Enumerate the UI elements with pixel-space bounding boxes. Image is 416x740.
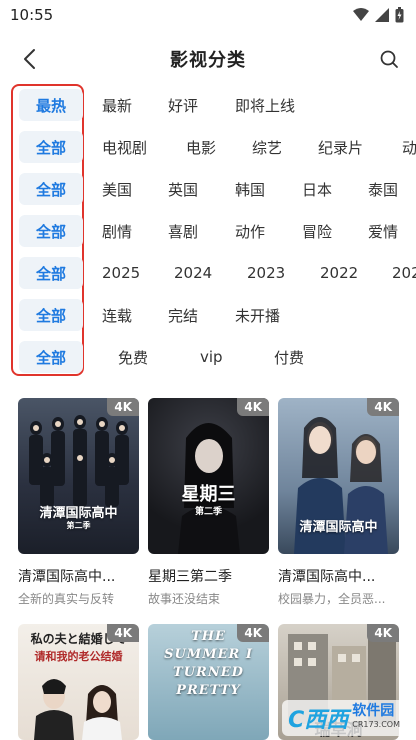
- chip-selected-status[interactable]: 全部: [19, 299, 83, 331]
- filter-row-type: 全部 电视剧 电影 综艺 纪录片 动: [0, 126, 416, 168]
- option-year[interactable]: 2024: [174, 264, 212, 282]
- option-year[interactable]: 2023: [247, 264, 285, 282]
- chip-selected-year[interactable]: 全部: [19, 257, 83, 289]
- option-type[interactable]: 纪录片: [318, 137, 363, 158]
- battery-icon: [395, 7, 404, 23]
- chip-selected-genre[interactable]: 全部: [19, 215, 83, 247]
- option-year[interactable]: 202: [392, 264, 416, 282]
- option-type[interactable]: 综艺: [252, 137, 282, 158]
- option-status[interactable]: 连载: [102, 305, 132, 326]
- filter-row-status: 全部 连载 完结 未开播: [0, 294, 416, 336]
- option-type[interactable]: 电影: [186, 137, 216, 158]
- option-type[interactable]: 电视剧: [102, 137, 147, 158]
- top-navbar: 影视分类: [0, 38, 416, 78]
- video-title: 清潭国际高中...: [18, 569, 116, 585]
- quality-badge: 4K: [367, 624, 399, 642]
- watermark-url: CR173.COM: [352, 720, 400, 729]
- option-genre[interactable]: 冒险: [302, 221, 332, 242]
- video-subtitle: 全新的真实与反转: [18, 592, 115, 606]
- option-pay[interactable]: 免费: [118, 347, 148, 368]
- quality-badge: 4K: [237, 398, 269, 416]
- site-watermark: C西西 软件园 CR173.COM: [282, 700, 406, 736]
- option-region[interactable]: 美国: [102, 179, 132, 200]
- option-region[interactable]: 韩国: [235, 179, 265, 200]
- option-type[interactable]: 动: [402, 137, 416, 158]
- video-card[interactable]: 清潭国际高中 第二季 4K 清潭国际高中... 全新的真实与反转: [18, 398, 139, 607]
- video-title: 清潭国际高中...: [278, 569, 376, 585]
- filter-row-genre: 全部 剧情 喜剧 动作 冒险 爱情: [0, 210, 416, 252]
- search-icon[interactable]: [378, 48, 400, 70]
- poster-image: 星期三 第二季 4K: [148, 398, 269, 554]
- option-year[interactable]: 2025: [102, 264, 140, 282]
- quality-badge: 4K: [367, 398, 399, 416]
- option-genre[interactable]: 喜剧: [168, 221, 198, 242]
- chip-selected-sort[interactable]: 最热: [19, 89, 83, 121]
- poster-title: 清潭国际高中: [39, 506, 118, 521]
- video-card[interactable]: 星期三 第二季 4K 星期三第二季 故事还没结束: [148, 398, 269, 607]
- option-genre[interactable]: 动作: [235, 221, 265, 242]
- watermark-name: 软件园: [352, 703, 395, 719]
- poster-title: 清潭国际高中: [299, 520, 378, 535]
- option-region[interactable]: 泰国: [368, 179, 398, 200]
- chip-selected-type[interactable]: 全部: [19, 131, 83, 163]
- poster-subtitle: 第二季: [194, 507, 222, 517]
- video-subtitle: 故事还没结束: [148, 592, 221, 606]
- filter-row-year: 全部 2025 2024 2023 2022 202: [0, 252, 416, 294]
- chip-selected-region[interactable]: 全部: [19, 173, 83, 205]
- option-genre[interactable]: 爱情: [368, 221, 398, 242]
- option-region[interactable]: 日本: [302, 179, 332, 200]
- option-sort[interactable]: 最新: [102, 95, 132, 116]
- quality-badge: 4K: [107, 398, 139, 416]
- video-subtitle: 校园暴力，全员恶...: [278, 592, 386, 606]
- filter-row-region: 全部 美国 英国 韩国 日本 泰国: [0, 168, 416, 210]
- status-bar: 10:55: [0, 0, 416, 30]
- poster-image: 私の夫と結婚して 请和我的老公结婚 4K: [18, 624, 139, 740]
- option-genre[interactable]: 剧情: [102, 221, 132, 242]
- poster-title: 星期三: [181, 484, 236, 505]
- signal-icon: [375, 8, 389, 22]
- status-time: 10:55: [10, 6, 54, 24]
- video-title: 星期三第二季: [148, 569, 232, 585]
- poster-image: THE SUMMER I TURNED PRETTY 4K: [148, 624, 269, 740]
- poster-subtitle: 第二季: [66, 521, 91, 530]
- option-sort[interactable]: 即将上线: [235, 95, 295, 116]
- filter-panel: 最热 最新 好评 即将上线 全部 电视剧 电影 综艺 纪录片 动 全部 美国 英…: [0, 84, 416, 378]
- portrait-art: [178, 423, 240, 554]
- status-icons: [353, 7, 404, 23]
- option-status[interactable]: 完结: [168, 305, 198, 326]
- wifi-icon: [353, 8, 369, 21]
- option-year[interactable]: 2022: [320, 264, 358, 282]
- poster-image: 清潭国际高中 第二季 4K: [18, 398, 139, 554]
- filter-row-pay: 全部 免费 vip 付费: [0, 336, 416, 378]
- chip-selected-pay[interactable]: 全部: [19, 341, 83, 373]
- option-pay[interactable]: vip: [200, 348, 223, 366]
- quality-badge: 4K: [237, 624, 269, 642]
- poster-image: 清潭国际高中 4K: [278, 398, 399, 554]
- video-card[interactable]: 私の夫と結婚して 请和我的老公结婚 4K: [18, 624, 139, 740]
- option-status[interactable]: 未开播: [235, 305, 280, 326]
- video-card[interactable]: 清潭国际高中 4K 清潭国际高中... 校园暴力，全员恶...: [278, 398, 399, 607]
- option-pay[interactable]: 付费: [274, 347, 304, 368]
- watermark-logo: C西西: [288, 708, 349, 733]
- page-title: 影视分类: [170, 50, 246, 71]
- quality-badge: 4K: [107, 624, 139, 642]
- filter-row-sort: 最热 最新 好评 即将上线: [0, 84, 416, 126]
- video-card[interactable]: THE SUMMER I TURNED PRETTY 4K: [148, 624, 269, 740]
- option-region[interactable]: 英国: [168, 179, 198, 200]
- option-sort[interactable]: 好评: [168, 95, 198, 116]
